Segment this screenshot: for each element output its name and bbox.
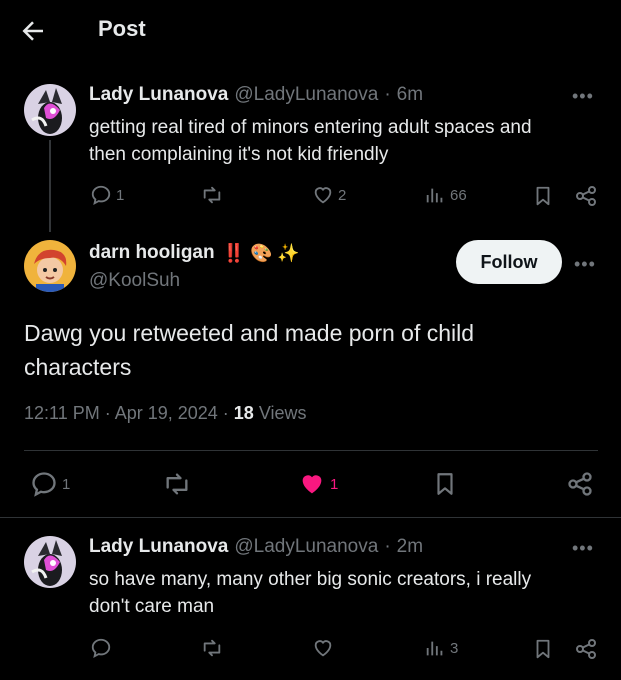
author-handle[interactable]: @LadyLunanova: [234, 536, 378, 558]
views-icon: [424, 637, 446, 659]
like-button[interactable]: [312, 637, 334, 659]
author-handle[interactable]: @KoolSuh: [89, 270, 180, 292]
tweet1-header: Lady Lunanova @LadyLunanova · 6m: [89, 84, 424, 106]
follow-button[interactable]: Follow: [456, 240, 562, 284]
heart-filled-icon: [298, 470, 326, 498]
heart-icon: [312, 184, 334, 206]
retweet-button[interactable]: [162, 470, 192, 498]
author-name[interactable]: Lady Lunanova: [89, 536, 228, 558]
bookmark-icon[interactable]: [532, 637, 554, 666]
more-options-icon[interactable]: •••: [574, 254, 596, 275]
page-title: Post: [98, 16, 146, 41]
author-handle[interactable]: @LadyLunanova: [234, 84, 378, 106]
share-icon[interactable]: [574, 637, 598, 666]
heart-icon: [312, 637, 334, 659]
reply-count: 1: [116, 186, 125, 204]
thread-line: [49, 140, 51, 232]
retweet-button[interactable]: [200, 637, 224, 659]
views-icon: [424, 184, 446, 206]
avatar-koolsuh[interactable]: [24, 240, 76, 292]
back-arrow-icon[interactable]: [18, 16, 48, 46]
author-name[interactable]: Lady Lunanova: [89, 84, 228, 106]
bookmark-icon[interactable]: [532, 184, 554, 213]
retweet-button[interactable]: [200, 184, 224, 206]
views-label: Views: [253, 403, 307, 423]
timestamp-text[interactable]: 12:11 PM · Apr 19, 2024 ·: [24, 403, 234, 423]
bookmark-icon[interactable]: [432, 470, 458, 503]
like-count: 1: [330, 475, 339, 493]
more-options-icon[interactable]: •••: [572, 538, 594, 559]
tweet3-header: Lady Lunanova @LadyLunanova · 2m: [89, 536, 424, 558]
reply-button[interactable]: 1: [30, 470, 70, 498]
divider: [0, 517, 621, 518]
author-name[interactable]: darn hooligan: [89, 242, 215, 264]
retweet-icon: [162, 470, 192, 498]
views-count: 18: [233, 403, 254, 423]
reply-button[interactable]: [90, 637, 112, 659]
main-author-row: darn hooligan ‼️ 🎨 ✨: [89, 242, 300, 264]
retweet-icon: [200, 637, 224, 659]
avatar-ladylunanova[interactable]: [24, 536, 76, 588]
tweet-time[interactable]: 2m: [397, 536, 423, 558]
reply-icon: [90, 637, 112, 659]
like-button[interactable]: 1: [298, 470, 338, 498]
views-button[interactable]: 3: [424, 637, 458, 659]
tweet-time[interactable]: 6m: [397, 84, 423, 106]
avatar-ladylunanova[interactable]: [24, 84, 76, 136]
share-icon[interactable]: [566, 470, 594, 503]
tweet3-text: so have many, many other big sonic creat…: [89, 569, 532, 617]
views-count: 3: [450, 639, 459, 657]
author-emoji: ‼️ 🎨 ✨: [222, 242, 300, 263]
reply-button[interactable]: 1: [90, 184, 124, 206]
tweet-timestamp: 12:11 PM · Apr 19, 2024 · 18 Views: [24, 403, 307, 424]
like-count: 2: [338, 186, 347, 204]
divider: [24, 450, 598, 451]
main-tweet-text: Dawg you retweeted and made porn of chil…: [24, 320, 475, 380]
share-icon[interactable]: [574, 184, 598, 213]
retweet-icon: [200, 184, 224, 206]
more-options-icon[interactable]: •••: [572, 86, 594, 107]
tweet1-text: getting real tired of minors entering ad…: [89, 117, 532, 165]
reply-count: 1: [62, 475, 71, 493]
reply-icon: [30, 470, 58, 498]
like-button[interactable]: 2: [312, 184, 346, 206]
views-count: 66: [450, 186, 467, 204]
views-button[interactable]: 66: [424, 184, 467, 206]
reply-icon: [90, 184, 112, 206]
